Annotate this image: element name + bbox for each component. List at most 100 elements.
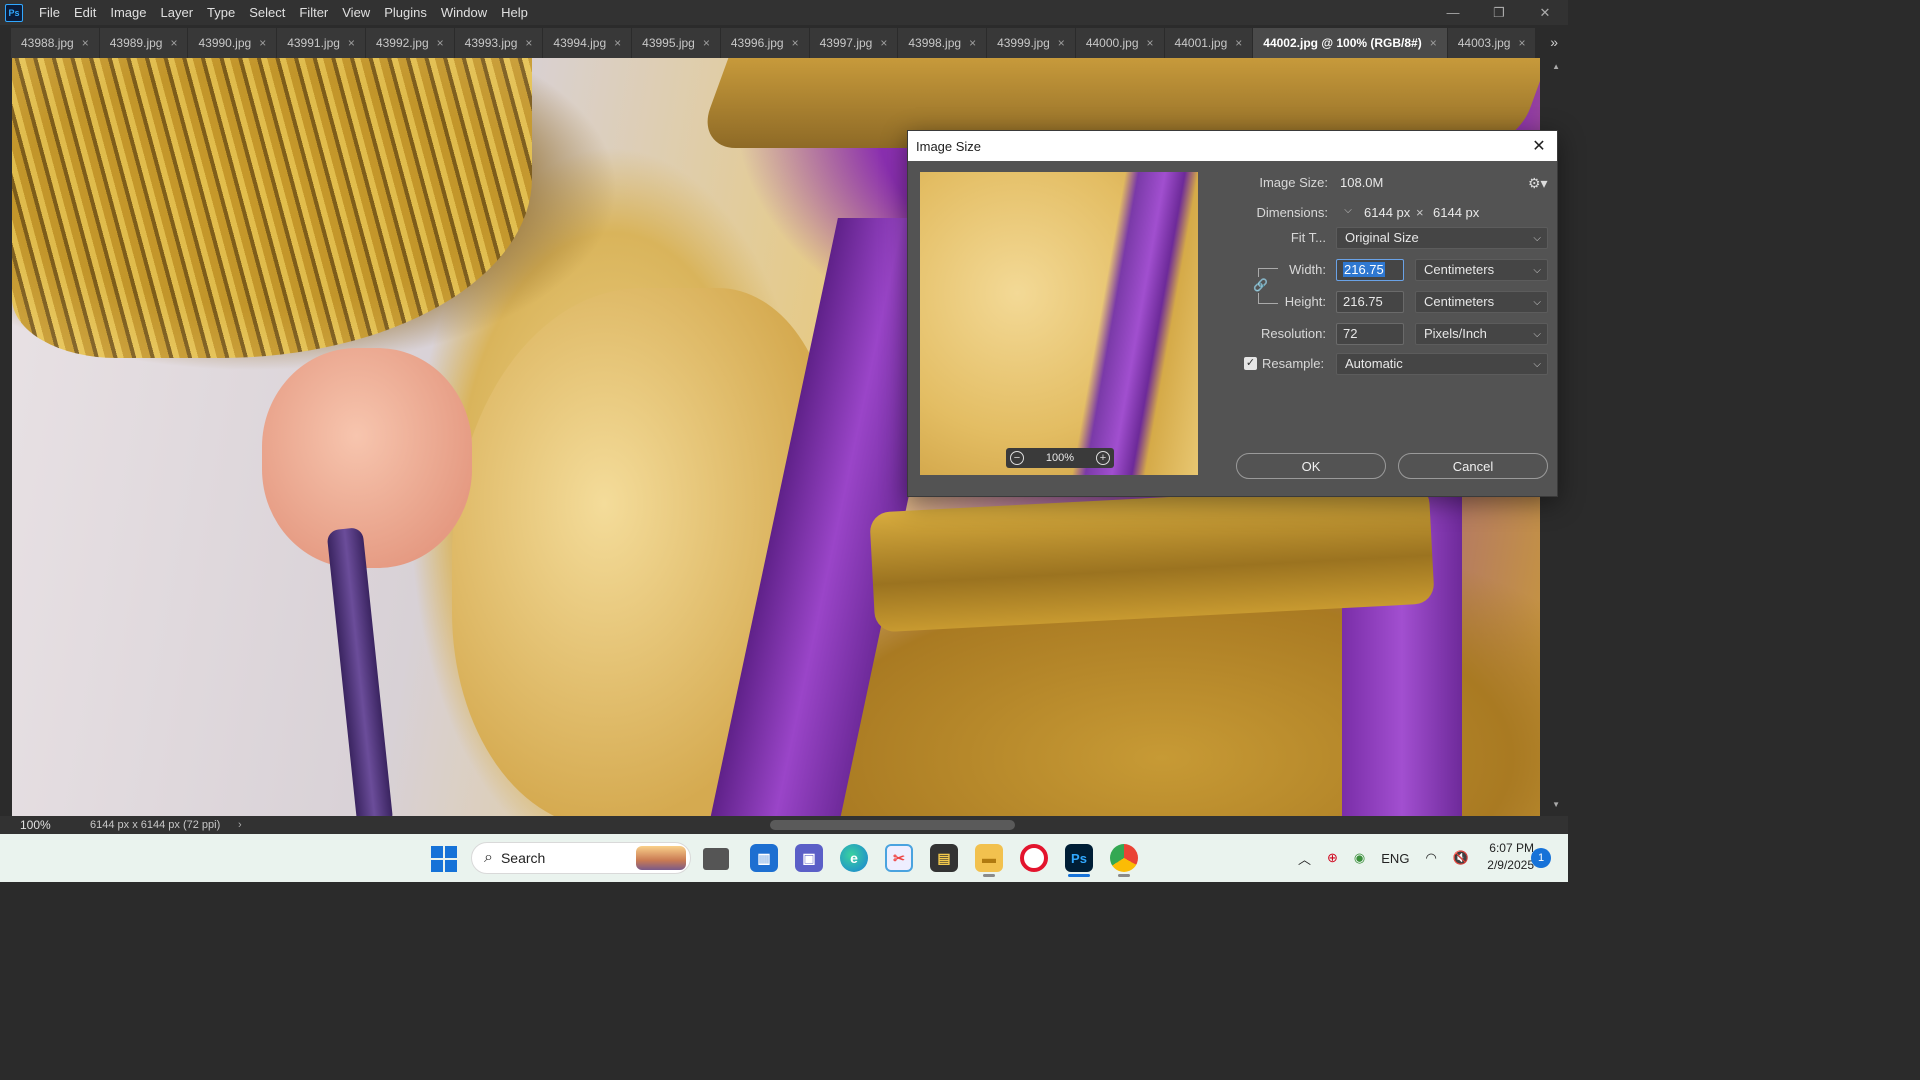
dialog-titlebar[interactable]: Image Size ✕ [908,131,1557,161]
wifi-icon[interactable]: ◠ [1425,850,1436,866]
search-icon: ⌕ [484,849,493,866]
opera-icon[interactable] [1020,844,1048,872]
menu-image[interactable]: Image [103,0,153,25]
menu-help[interactable]: Help [494,0,535,25]
tab-close-icon[interactable]: × [170,36,177,50]
status-menu-arrow-icon[interactable]: › [238,819,242,831]
document-tab[interactable]: 43995.jpg × [632,28,721,58]
globe-icon[interactable]: ◉ [1354,850,1365,866]
gear-icon[interactable]: ⚙▾ [1528,175,1548,192]
resolution-input[interactable]: 72 [1336,323,1404,345]
document-tab[interactable]: 43999.jpg × [987,28,1076,58]
tab-close-icon[interactable]: × [259,36,266,50]
document-tab[interactable]: 43994.jpg × [543,28,633,58]
menu-plugins[interactable]: Plugins [377,0,434,25]
edge-icon[interactable]: e [840,844,868,872]
taskbar-search[interactable]: ⌕ Search [471,842,691,874]
document-tab[interactable]: 43998.jpg × [898,28,988,58]
tab-close-icon[interactable]: × [1235,36,1242,50]
menu-edit[interactable]: Edit [67,0,103,25]
document-tab[interactable]: 43989.jpg × [99,28,189,58]
scroll-down-icon[interactable]: ▼ [1552,800,1560,809]
width-input[interactable]: 216.75 [1336,259,1404,281]
cancel-button[interactable]: Cancel [1398,453,1548,479]
menu-view[interactable]: View [335,0,377,25]
zoom-level[interactable]: 100% [20,818,70,832]
zoom-out-icon[interactable]: − [1010,451,1024,465]
tab-overflow-icon[interactable]: » [1550,34,1558,50]
volume-muted-icon[interactable]: 🔇 [1453,850,1469,866]
photoshop-logo-icon[interactable]: Ps [5,3,23,22]
tab-close-icon[interactable]: × [1430,36,1437,50]
scroll-up-icon[interactable]: ▲ [1552,62,1560,71]
tab-close-icon[interactable]: × [969,36,976,50]
width-value: 216.75 [1343,262,1385,277]
document-tab[interactable]: 44003.jpg × [1447,28,1537,58]
tab-close-icon[interactable]: × [525,36,532,50]
resample-checkbox[interactable]: ✓ [1244,357,1257,370]
tab-close-icon[interactable]: × [792,36,799,50]
notification-badge[interactable]: 1 [1531,848,1551,868]
menu-file[interactable]: File [32,0,67,25]
image-preview[interactable]: − 100% + [920,172,1198,475]
tab-close-icon[interactable]: × [82,36,89,50]
tab-close-icon[interactable]: × [348,36,355,50]
snipping-tool-icon[interactable]: ✂ [885,844,913,872]
document-tab[interactable]: 43996.jpg × [720,28,810,58]
dimensions-label: Dimensions: [1256,205,1328,220]
start-tile [431,846,443,858]
close-icon[interactable]: ✕ [1529,136,1549,156]
taskbar-clock[interactable]: 6:07 PM 2/9/2025 [1470,840,1534,874]
store-icon[interactable]: ▤ [930,844,958,872]
minimize-icon[interactable]: — [1430,0,1476,25]
document-tab[interactable]: 44001.jpg × [1164,28,1254,58]
tab-close-icon[interactable]: × [703,36,710,50]
vpn-icon[interactable]: ⊕ [1327,850,1338,866]
document-tab[interactable]: 43993.jpg × [454,28,544,58]
link-icon[interactable]: 🔗 [1253,277,1268,293]
menu-window[interactable]: Window [434,0,494,25]
tab-close-icon[interactable]: × [1518,36,1525,50]
tab-label: 43995.jpg [642,36,695,50]
windows-start-icon[interactable] [431,846,457,872]
resample-select[interactable]: Automatic ⌵ [1336,353,1548,375]
document-tab[interactable]: 43992.jpg × [365,28,455,58]
chevron-up-icon[interactable]: ︿ [1298,849,1311,868]
fit-to-select[interactable]: Original Size ⌵ [1336,227,1548,249]
document-tab[interactable]: 44000.jpg × [1075,28,1165,58]
ok-button[interactable]: OK [1236,453,1386,479]
tab-close-icon[interactable]: × [437,36,444,50]
dimensions-separator: × [1416,205,1424,220]
teams-icon[interactable]: ▣ [795,844,823,872]
tab-close-icon[interactable]: × [1147,36,1154,50]
resample-label: Resample: [1262,356,1325,371]
menu-layer[interactable]: Layer [154,0,201,25]
restore-icon[interactable]: ❐ [1476,0,1522,25]
document-tab[interactable]: 43991.jpg × [277,28,366,58]
file-explorer-icon[interactable]: ▬ [975,844,1003,872]
image-hand [262,348,472,568]
resolution-unit-select[interactable]: Pixels/Inch ⌵ [1415,323,1548,345]
task-view-icon[interactable] [703,848,729,870]
width-unit-select[interactable]: Centimeters ⌵ [1415,259,1548,281]
close-window-icon[interactable]: ✕ [1522,0,1568,25]
language-indicator[interactable]: ENG [1381,851,1409,866]
photoshop-taskbar-icon[interactable]: Ps [1065,844,1093,872]
menu-type[interactable]: Type [200,0,242,25]
document-tab[interactable]: 43997.jpg × [809,28,899,58]
tab-close-icon[interactable]: × [880,36,887,50]
chevron-down-icon[interactable]: ⌵ [1340,205,1356,219]
tab-close-icon[interactable]: × [1058,36,1065,50]
zoom-in-icon[interactable]: + [1095,451,1110,465]
height-unit-select[interactable]: Centimeters ⌵ [1415,291,1548,313]
document-tab[interactable]: 43988.jpg × [11,28,100,58]
height-input[interactable]: 216.75 [1336,291,1404,313]
chrome-icon[interactable] [1110,844,1138,872]
document-tab[interactable]: 43990.jpg × [188,28,278,58]
document-tab[interactable]: 44002.jpg @ 100% (RGB/8#) × [1253,28,1448,58]
widgets-icon[interactable]: ▥ [750,844,778,872]
menu-filter[interactable]: Filter [292,0,335,25]
horizontal-scrollbar[interactable] [770,820,1015,830]
menu-select[interactable]: Select [242,0,292,25]
tab-close-icon[interactable]: × [614,36,621,50]
